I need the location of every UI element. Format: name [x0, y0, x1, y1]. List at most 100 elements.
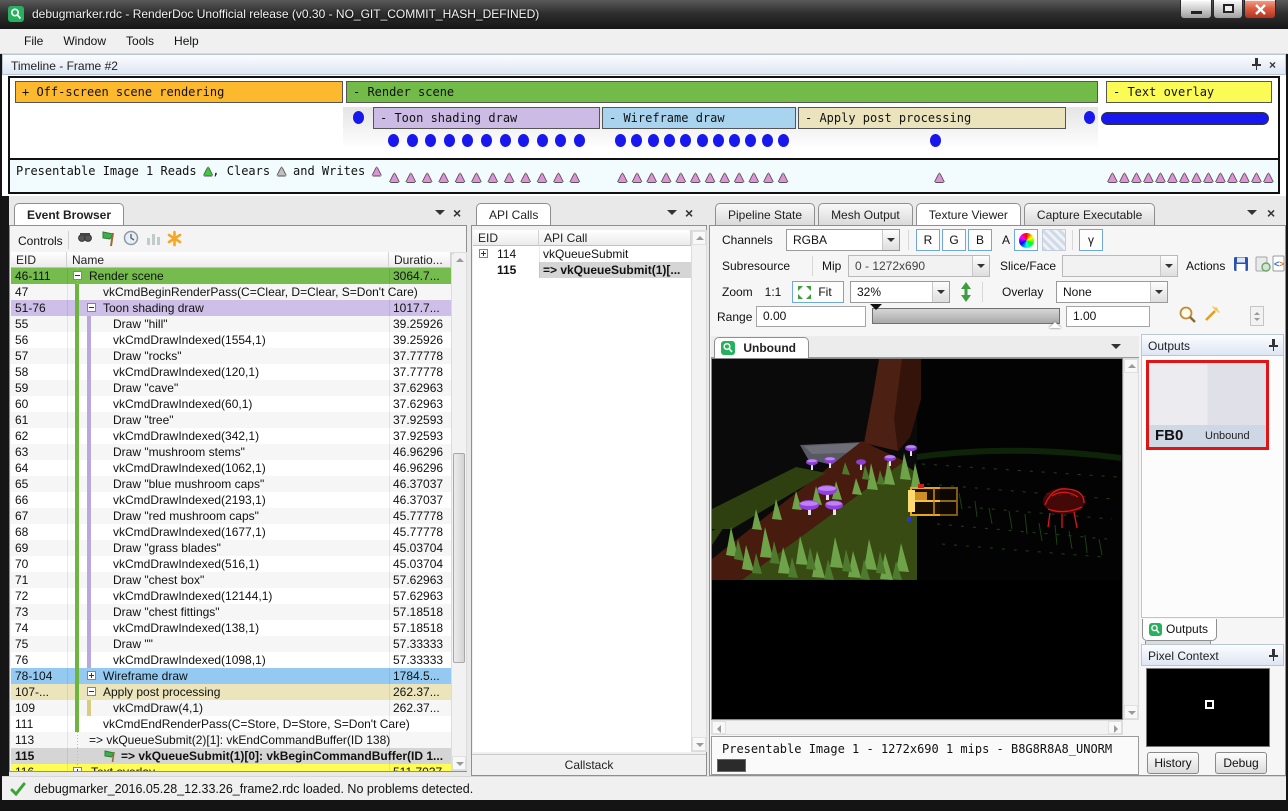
event-row[interactable]: 56vkCmdDrawIndexed(1554,1)39.25926: [11, 332, 451, 348]
history-button[interactable]: History: [1147, 752, 1199, 774]
event-row[interactable]: 74vkCmdDrawIndexed(138,1)57.18518: [11, 620, 451, 636]
callstack-section[interactable]: Callstack: [472, 754, 706, 775]
channel-a-button[interactable]: A: [994, 229, 1018, 251]
event-row[interactable]: 76vkCmdDrawIndexed(1098,1)57.33333: [11, 652, 451, 668]
menu-window[interactable]: Window: [53, 29, 116, 52]
texture-tab-dropdown-icon[interactable]: [1111, 343, 1121, 357]
event-row[interactable]: 111vkCmdEndRenderPass(C=Store, D=Store, …: [11, 716, 451, 732]
range-black-handle[interactable]: [870, 304, 882, 316]
right-panel-menu-arrow-icon[interactable]: [1247, 209, 1257, 223]
scrollbar-thumb[interactable]: [453, 453, 465, 663]
event-browser-scrollbar[interactable]: [451, 252, 467, 771]
column-header-duration[interactable]: Duratio...: [389, 252, 451, 268]
tab-texture-viewer[interactable]: Texture Viewer: [916, 203, 1021, 225]
api-calls-table[interactable]: EID API Call 114vkQueueSubmit115=> vkQue…: [473, 230, 691, 752]
save-icon[interactable]: [1232, 255, 1250, 276]
event-row[interactable]: 78-104Wireframe draw1784.5...: [11, 668, 451, 684]
api-call-row[interactable]: 114vkQueueSubmit: [473, 246, 691, 262]
menu-file[interactable]: File: [14, 29, 53, 52]
right-panel-close-icon[interactable]: ×: [1267, 205, 1275, 221]
mip-dropdown[interactable]: 0 - 1272x690: [848, 255, 990, 277]
event-row[interactable]: 51-76Toon shading draw1017.7...: [11, 300, 451, 316]
outputs-pin-icon[interactable]: [1268, 338, 1279, 355]
event-browser-close-icon[interactable]: ×: [453, 205, 461, 221]
event-row[interactable]: 72vkCmdDrawIndexed(12144,1)57.62963: [11, 588, 451, 604]
close-button[interactable]: [1244, 0, 1276, 19]
timeline-bar--wireframe-draw[interactable]: - Wireframe draw: [602, 107, 796, 129]
event-row[interactable]: 66vkCmdDrawIndexed(2193,1)46.37037: [11, 492, 451, 508]
open-code-icon[interactable]: <>: [1272, 255, 1286, 276]
time-draws-icon[interactable]: [123, 230, 140, 250]
event-row[interactable]: 68vkCmdDrawIndexed(1677,1)45.77778: [11, 524, 451, 540]
overlay-dropdown[interactable]: None: [1056, 281, 1168, 303]
expand-expander-icon[interactable]: [87, 671, 96, 680]
debug-button[interactable]: Debug: [1215, 752, 1267, 774]
slice-face-dropdown[interactable]: [1062, 255, 1178, 277]
event-row[interactable]: 69Draw "grass blades"45.03704: [11, 540, 451, 556]
timeline-bar--toon-shading-draw[interactable]: - Toon shading draw: [373, 107, 600, 129]
event-row[interactable]: 113=> vkQueueSubmit(2)[1]: vkEndCommandB…: [11, 732, 451, 748]
event-row[interactable]: 65Draw "blue mushroom caps"46.37037: [11, 476, 451, 492]
event-row[interactable]: 63Draw "mushroom stems"46.96296: [11, 444, 451, 460]
maximize-button[interactable]: [1213, 0, 1243, 19]
tab-capture-executable[interactable]: Capture Executable: [1024, 203, 1155, 225]
tab-pipeline-state[interactable]: Pipeline State: [715, 203, 815, 225]
pixel-context-view[interactable]: [1146, 668, 1270, 747]
expand-expander-icon[interactable]: [73, 767, 82, 771]
api-column-eid[interactable]: EID: [473, 230, 539, 246]
zoom-range-icon[interactable]: [1178, 305, 1198, 328]
column-header-name[interactable]: Name: [67, 252, 389, 268]
event-row[interactable]: 70vkCmdDrawIndexed(516,1)45.03704: [11, 556, 451, 572]
event-row[interactable]: 115=> vkQueueSubmit(1)[0]: vkBeginComman…: [11, 748, 451, 764]
asterisk-icon[interactable]: [166, 230, 183, 250]
event-row[interactable]: 109vkCmdDraw(4,1)262.37...: [11, 700, 451, 716]
event-row[interactable]: 67Draw "red mushroom caps"45.77778: [11, 508, 451, 524]
fit-button[interactable]: Fit: [792, 281, 844, 303]
output-thumbnail-fb0[interactable]: FB0 Unbound: [1146, 360, 1269, 450]
timeline-canvas[interactable]: Presentable Image 1 Reads ▲, Clears ▲ an…: [8, 76, 1280, 194]
event-row[interactable]: 60vkCmdDrawIndexed(60,1)37.62963: [11, 396, 451, 412]
event-row[interactable]: 57Draw "rocks"37.77778: [11, 348, 451, 364]
channel-g-button[interactable]: G: [942, 229, 966, 251]
channel-b-button[interactable]: B: [968, 229, 992, 251]
toolbar-overflow-spinner[interactable]: [1250, 306, 1264, 326]
find-icon[interactable]: [76, 231, 94, 251]
timeline-close-icon[interactable]: ×: [1269, 58, 1276, 72]
autofit-wand-icon[interactable]: [1202, 304, 1222, 327]
channels-dropdown[interactable]: RGBA: [786, 229, 900, 251]
flip-y-icon[interactable]: [958, 281, 974, 306]
collapse-expander-icon[interactable]: [87, 687, 96, 696]
event-row[interactable]: 47vkCmdBeginRenderPass(C=Clear, D=Clear,…: [11, 284, 451, 300]
bookmark-flag-icon[interactable]: [100, 230, 118, 251]
event-row[interactable]: 71Draw "chest box"57.62963: [11, 572, 451, 588]
pixel-context-pin-icon[interactable]: [1268, 648, 1279, 665]
tab-mesh-output[interactable]: Mesh Output: [818, 203, 913, 225]
minimize-button[interactable]: [1180, 0, 1212, 19]
channel-r-button[interactable]: R: [916, 229, 940, 251]
expand-expander-icon[interactable]: [479, 249, 488, 258]
api-calls-menu-arrow-icon[interactable]: [667, 209, 677, 223]
event-row[interactable]: 116-...Text overlay511.7037: [11, 764, 451, 771]
zoom-1to1-button[interactable]: 1:1: [758, 281, 788, 303]
timeline-pin-icon[interactable]: [1251, 57, 1262, 74]
texture-hscrollbar[interactable]: [711, 720, 1123, 735]
timeline-bar--off-screen-scene-rendering[interactable]: + Off-screen scene rendering: [15, 81, 343, 103]
menu-help[interactable]: Help: [164, 29, 209, 52]
texture-vscrollbar[interactable]: [1123, 358, 1139, 720]
api-calls-scrollbar[interactable]: [691, 230, 707, 752]
timeline-bar--render-scene[interactable]: - Render scene: [346, 81, 1098, 103]
event-row[interactable]: 58vkCmdDrawIndexed(120,1)37.77778: [11, 364, 451, 380]
collapse-expander-icon[interactable]: [87, 303, 96, 312]
event-row[interactable]: 64vkCmdDrawIndexed(1062,1)46.96296: [11, 460, 451, 476]
event-row[interactable]: 59Draw "cave"37.62963: [11, 380, 451, 396]
range-white-handle[interactable]: [1049, 316, 1061, 328]
tab-unbound-texture[interactable]: Unbound: [714, 337, 809, 358]
event-row[interactable]: 61Draw "tree"37.92593: [11, 412, 451, 428]
gamma-button[interactable]: γ: [1079, 229, 1103, 251]
tab-api-calls[interactable]: API Calls: [476, 203, 551, 225]
event-row[interactable]: 75Draw ""57.33333: [11, 636, 451, 652]
event-table[interactable]: EID Name Duratio... 46-111Render scene30…: [11, 252, 451, 771]
range-min-input[interactable]: 0.00: [756, 306, 866, 327]
range-slider[interactable]: [872, 308, 1060, 324]
event-browser-menu-arrow-icon[interactable]: [435, 209, 445, 223]
